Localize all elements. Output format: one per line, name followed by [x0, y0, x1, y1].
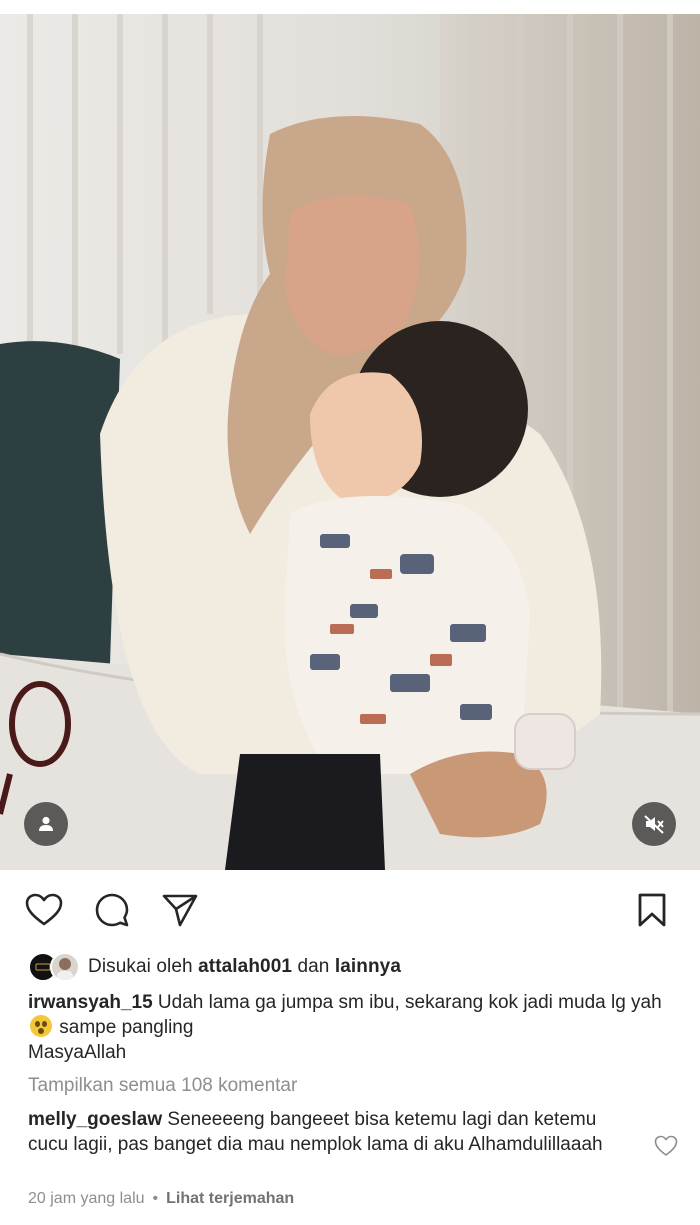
heart-icon [25, 893, 63, 926]
share-button[interactable] [160, 890, 200, 930]
time-ago: 20 jam yang lalu [28, 1190, 145, 1207]
liker-avatar[interactable] [50, 952, 80, 982]
comment-button[interactable] [92, 890, 132, 930]
caption-text: Udah lama ga jumpa sm ibu, sekarang kok … [157, 992, 662, 1013]
post-caption: irwansyah_15 Udah lama ga jumpa sm ibu, … [28, 990, 668, 1040]
post-media[interactable] [0, 14, 700, 870]
meta-separator: • [152, 1190, 159, 1207]
post-meta: 20 jam yang lalu • Lihat terjemahan [28, 1190, 294, 1208]
caption-line-2: MasyaAllah [28, 1042, 127, 1063]
caption-username[interactable]: irwansyah_15 [28, 992, 153, 1013]
user-tag-button[interactable] [24, 802, 68, 846]
post-action-bar [0, 890, 700, 930]
mute-button[interactable] [632, 802, 676, 846]
view-all-comments-link[interactable]: Tampilkan semua 108 komentar [28, 1075, 297, 1097]
liked-by-conj: dan [297, 956, 330, 977]
comment-username[interactable]: melly_goeslaw [28, 1109, 162, 1130]
comment-item: melly_goeslaw Seneeeeng bangeeet bisa ke… [28, 1108, 628, 1157]
save-button[interactable] [632, 890, 672, 930]
likes-summary[interactable]: Disukai oleh attalah001 dan lainnya [28, 952, 680, 982]
comment-like-button[interactable] [652, 1132, 680, 1160]
comment-bubble-icon [95, 893, 129, 927]
bookmark-icon [638, 893, 666, 927]
liked-by-others-link[interactable]: lainnya [335, 956, 401, 977]
astonished-face-icon [30, 1015, 52, 1037]
liked-by-prefix: Disukai oleh [88, 956, 193, 977]
muted-speaker-icon [644, 815, 664, 834]
user-tag-icon [39, 816, 53, 831]
liked-by-user-link[interactable]: attalah001 [198, 956, 292, 977]
likes-text: Disukai oleh attalah001 dan lainnya [88, 956, 401, 978]
caption-text-cont: sampe pangling [59, 1017, 194, 1038]
small-heart-icon [654, 1135, 678, 1156]
paper-plane-icon [162, 894, 198, 927]
post-photo [0, 14, 700, 870]
see-translation-link[interactable]: Lihat terjemahan [166, 1190, 294, 1208]
like-button[interactable] [24, 890, 64, 930]
avatar-person-icon [57, 958, 73, 980]
